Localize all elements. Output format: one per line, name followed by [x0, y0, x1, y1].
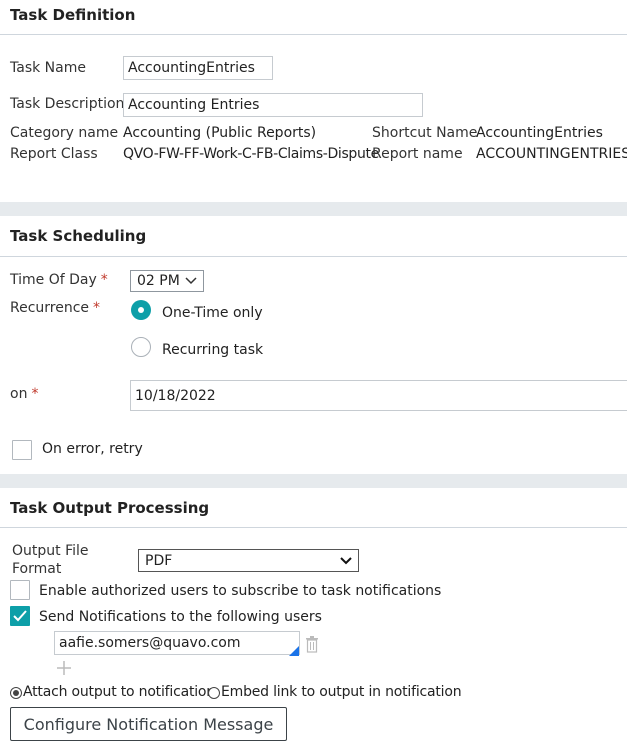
- lookup-corner-icon: [289, 644, 299, 660]
- output-file-format-value: PDF: [145, 552, 173, 569]
- report-name-label: Report name: [372, 146, 463, 162]
- chevron-down-icon: [340, 553, 352, 569]
- on-error-retry-label[interactable]: On error, retry: [42, 441, 143, 457]
- task-name-label: Task Name: [10, 60, 86, 76]
- recurrence-label: Recurrence *: [10, 300, 101, 316]
- attach-output-radio[interactable]: [10, 687, 22, 699]
- subscribe-label[interactable]: Enable authorized users to subscribe to …: [39, 583, 441, 599]
- recurring-task-radio[interactable]: [131, 337, 151, 357]
- category-name-value: Accounting (Public Reports): [123, 125, 317, 141]
- task-description-label: Task Description: [10, 96, 125, 112]
- time-of-day-label: Time Of Day *: [10, 272, 108, 288]
- task-description-input[interactable]: [123, 93, 423, 117]
- report-class-label: Report Class: [10, 146, 98, 162]
- report-class-value: QVO-FW-FF-Work-C-FB-Claims-Dispute: [123, 146, 379, 162]
- section-separator: [0, 202, 627, 216]
- time-of-day-select[interactable]: 02 PM: [130, 270, 204, 292]
- send-notifications-checkbox[interactable]: [10, 606, 30, 626]
- on-error-retry-checkbox[interactable]: [12, 440, 32, 460]
- task-scheduling-title: Task Scheduling: [10, 227, 147, 245]
- required-indicator: *: [100, 272, 108, 288]
- required-indicator: *: [93, 300, 101, 316]
- configure-notification-message-button[interactable]: Configure Notification Message: [10, 707, 287, 741]
- report-name-value: ACCOUNTINGENTRIES: [476, 146, 627, 162]
- category-name-label: Category name: [10, 125, 119, 141]
- on-date-label: on *: [10, 386, 39, 402]
- plus-icon[interactable]: [56, 660, 72, 680]
- attach-output-label[interactable]: Attach output to notification: [23, 684, 215, 700]
- section-divider: [0, 34, 627, 35]
- required-indicator: *: [31, 386, 39, 402]
- embed-link-label[interactable]: Embed link to output in notification: [221, 684, 462, 700]
- subscribe-checkbox[interactable]: [10, 580, 30, 600]
- embed-link-radio[interactable]: [208, 687, 220, 699]
- on-date-input[interactable]: [130, 380, 627, 411]
- time-of-day-value: 02 PM: [137, 273, 180, 289]
- task-output-processing-title: Task Output Processing: [10, 499, 210, 517]
- chevron-down-icon: [185, 273, 197, 289]
- output-file-format-label: Output File Format: [12, 543, 89, 577]
- section-divider: [0, 256, 627, 257]
- one-time-only-radio[interactable]: [131, 300, 151, 320]
- task-definition-title: Task Definition: [10, 6, 136, 24]
- section-separator: [0, 474, 627, 488]
- one-time-only-label[interactable]: One-Time only: [162, 305, 263, 321]
- shortcut-name-value: AccountingEntries: [476, 125, 603, 141]
- send-notifications-label[interactable]: Send Notifications to the following user…: [39, 609, 322, 625]
- trash-icon[interactable]: [305, 635, 319, 657]
- recurring-task-label[interactable]: Recurring task: [162, 342, 263, 358]
- shortcut-name-label: Shortcut Name: [372, 125, 478, 141]
- recipient-email-input[interactable]: [54, 631, 300, 655]
- check-icon: [13, 610, 27, 626]
- section-divider: [0, 527, 627, 528]
- output-file-format-select[interactable]: PDF: [138, 549, 359, 572]
- task-name-input[interactable]: [123, 56, 273, 80]
